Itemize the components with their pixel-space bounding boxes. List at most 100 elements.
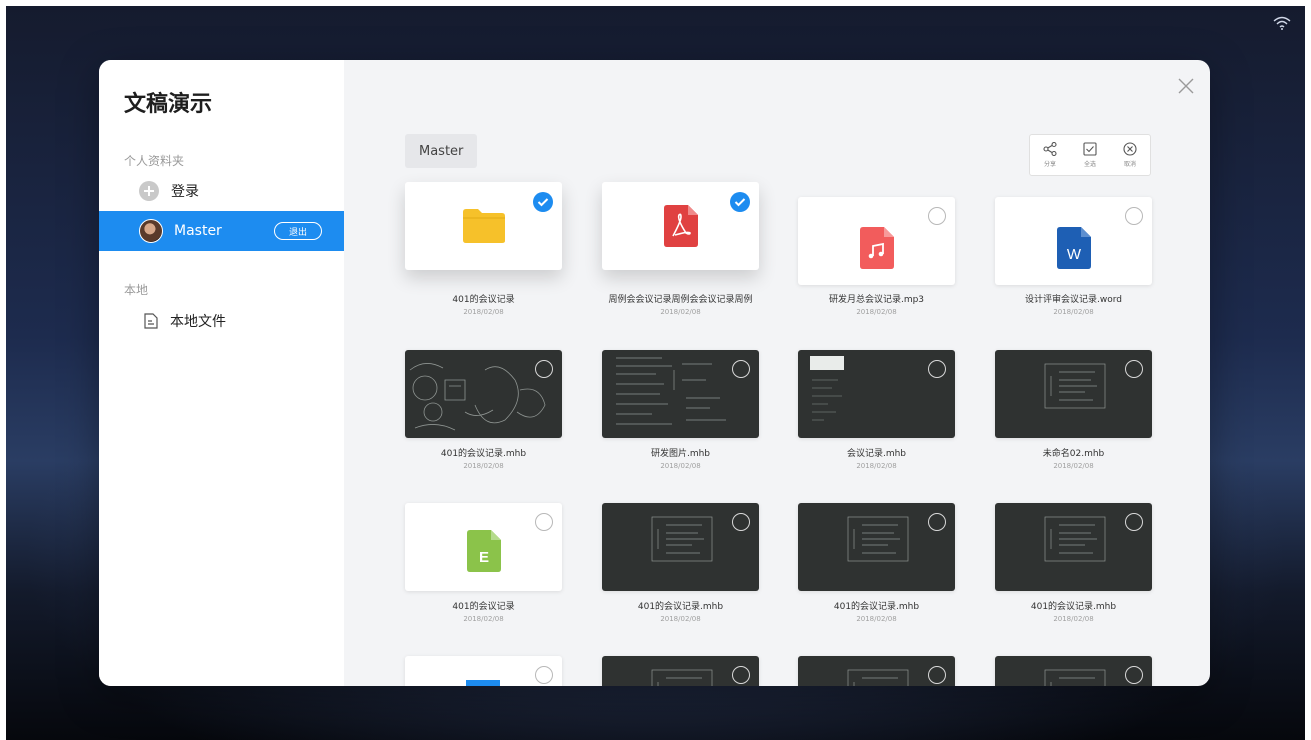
- select-circle[interactable]: [535, 360, 553, 378]
- file-card[interactable]: 会议记录.mhb 2018/02/08: [798, 350, 955, 470]
- file-card[interactable]: 401的会议记录.mhb 2018/02/08: [995, 503, 1152, 623]
- file-card[interactable]: [602, 656, 759, 686]
- file-card[interactable]: 401的会议记录 2018/02/08: [405, 182, 562, 316]
- file-date: 2018/02/08: [1053, 308, 1094, 316]
- file-name: 401的会议记录.mhb: [1030, 602, 1117, 612]
- file-thumbnail: W: [995, 197, 1152, 285]
- file-card[interactable]: [798, 656, 955, 686]
- document-presentation-window: 文稿演示 个人资料夹 登录 Master 退出 本地 本地文件 Master 分…: [99, 60, 1210, 686]
- whiteboard-thumbnail: [405, 350, 562, 438]
- file-date: 2018/02/08: [660, 308, 701, 316]
- file-name: 会议记录.mhb: [846, 449, 907, 459]
- local-section-label: 本地: [124, 283, 149, 297]
- file-card[interactable]: 401的会议记录.mhb 2018/02/08: [405, 350, 562, 470]
- file-name: 401的会议记录.mhb: [637, 602, 724, 612]
- select-circle[interactable]: [1125, 360, 1143, 378]
- share-label: 分享: [1043, 161, 1056, 168]
- select-all-label: 全选: [1083, 161, 1096, 168]
- file-name: 周例会会议记录周例会会议记录周例: [608, 295, 753, 305]
- file-card[interactable]: W 设计评审会议记录.word 2018/02/08: [995, 197, 1152, 316]
- file-name: 401的会议记录: [452, 295, 515, 305]
- file-date: 2018/02/08: [463, 462, 504, 470]
- sidebar: 文稿演示 个人资料夹 登录 Master 退出 本地 本地文件: [99, 60, 344, 686]
- file-name: 研发月总会议记录.mp3: [828, 295, 925, 305]
- file-name: 研发图片.mhb: [650, 449, 711, 459]
- whiteboard-thumbnail: [602, 656, 759, 686]
- logout-button[interactable]: 退出: [274, 222, 322, 240]
- local-files-label: 本地文件: [170, 314, 226, 330]
- breadcrumb-current: Master: [419, 143, 464, 159]
- file-name: 设计评审会议记录.word: [1025, 295, 1122, 305]
- doc-file-icon: [466, 680, 500, 686]
- select-all-button[interactable]: 全选: [1070, 135, 1110, 175]
- file-date: 2018/02/08: [660, 462, 701, 470]
- personal-section-label: 个人资料夹: [124, 154, 185, 168]
- file-card[interactable]: 401的会议记录.mhb 2018/02/08: [602, 503, 759, 623]
- sidebar-item-master[interactable]: Master 退出: [99, 211, 344, 251]
- file-thumbnail: [602, 182, 759, 270]
- file-date: 2018/02/08: [1053, 615, 1094, 623]
- file-card[interactable]: E 401的会议记录 2018/02/08: [405, 503, 562, 623]
- select-circle[interactable]: [928, 666, 946, 684]
- file-card[interactable]: 周例会会议记录周例会会议记录周例 2018/02/08: [602, 182, 759, 316]
- avatar: [139, 219, 163, 243]
- excel-file-icon: E: [466, 530, 501, 572]
- selected-check-icon[interactable]: [533, 192, 553, 212]
- file-card[interactable]: 401的会议记录.mhb 2018/02/08: [798, 503, 955, 623]
- add-circle-icon: [139, 181, 159, 201]
- file-card[interactable]: [995, 656, 1152, 686]
- music-file-icon: [859, 227, 894, 269]
- login-label: 登录: [171, 184, 199, 200]
- whiteboard-thumbnail: [995, 503, 1152, 591]
- wifi-icon: [1273, 16, 1291, 30]
- user-name: Master: [174, 223, 222, 239]
- file-thumbnail: E: [405, 503, 562, 591]
- selection-toolbar: 分享 全选 取消: [1029, 134, 1151, 176]
- svg-text:E: E: [478, 549, 488, 566]
- cancel-button[interactable]: 取消: [1110, 135, 1150, 175]
- select-circle[interactable]: [1125, 207, 1143, 225]
- file-card[interactable]: [405, 656, 562, 686]
- select-circle[interactable]: [1125, 513, 1143, 531]
- file-name: 401的会议记录.mhb: [833, 602, 920, 612]
- share-icon: [1043, 142, 1057, 156]
- select-circle[interactable]: [732, 360, 750, 378]
- file-date: 2018/02/08: [856, 615, 897, 623]
- document-icon: [144, 313, 158, 329]
- share-button[interactable]: 分享: [1030, 135, 1070, 175]
- file-date: 2018/02/08: [856, 462, 897, 470]
- sidebar-item-login[interactable]: 登录: [99, 171, 344, 211]
- select-circle[interactable]: [928, 513, 946, 531]
- sidebar-item-local-files[interactable]: 本地文件: [99, 301, 344, 341]
- file-card[interactable]: 未命名02.mhb 2018/02/08: [995, 350, 1152, 470]
- select-circle[interactable]: [1125, 666, 1143, 684]
- folder-icon: [462, 209, 505, 243]
- breadcrumb[interactable]: Master: [405, 134, 478, 168]
- file-card[interactable]: 研发图片.mhb 2018/02/08: [602, 350, 759, 470]
- whiteboard-thumbnail: [995, 350, 1152, 438]
- select-circle[interactable]: [732, 666, 750, 684]
- file-date: 2018/02/08: [1053, 462, 1094, 470]
- whiteboard-thumbnail: [798, 656, 955, 686]
- file-date: 2018/02/08: [856, 308, 897, 316]
- file-thumbnail: [798, 197, 955, 285]
- pdf-file-icon: [663, 205, 698, 247]
- file-date: 2018/02/08: [660, 615, 701, 623]
- whiteboard-thumbnail: [798, 503, 955, 591]
- file-card[interactable]: 研发月总会议记录.mp3 2018/02/08: [798, 197, 955, 316]
- main-content: Master 分享 全选 取消 401的会议记录 2018/02/08 周例会会…: [344, 60, 1210, 686]
- whiteboard-thumbnail: [602, 350, 759, 438]
- whiteboard-thumbnail: [602, 503, 759, 591]
- select-circle[interactable]: [928, 360, 946, 378]
- whiteboard-thumbnail: [995, 656, 1152, 686]
- select-circle[interactable]: [928, 207, 946, 225]
- file-name: 401的会议记录: [452, 602, 515, 612]
- checkbox-icon: [1083, 142, 1097, 156]
- cancel-icon: [1123, 142, 1137, 156]
- whiteboard-thumbnail: [798, 350, 955, 438]
- select-circle[interactable]: [535, 513, 553, 531]
- select-circle[interactable]: [732, 513, 750, 531]
- select-circle[interactable]: [535, 666, 553, 684]
- close-icon[interactable]: [1176, 76, 1196, 96]
- selected-check-icon[interactable]: [730, 192, 750, 212]
